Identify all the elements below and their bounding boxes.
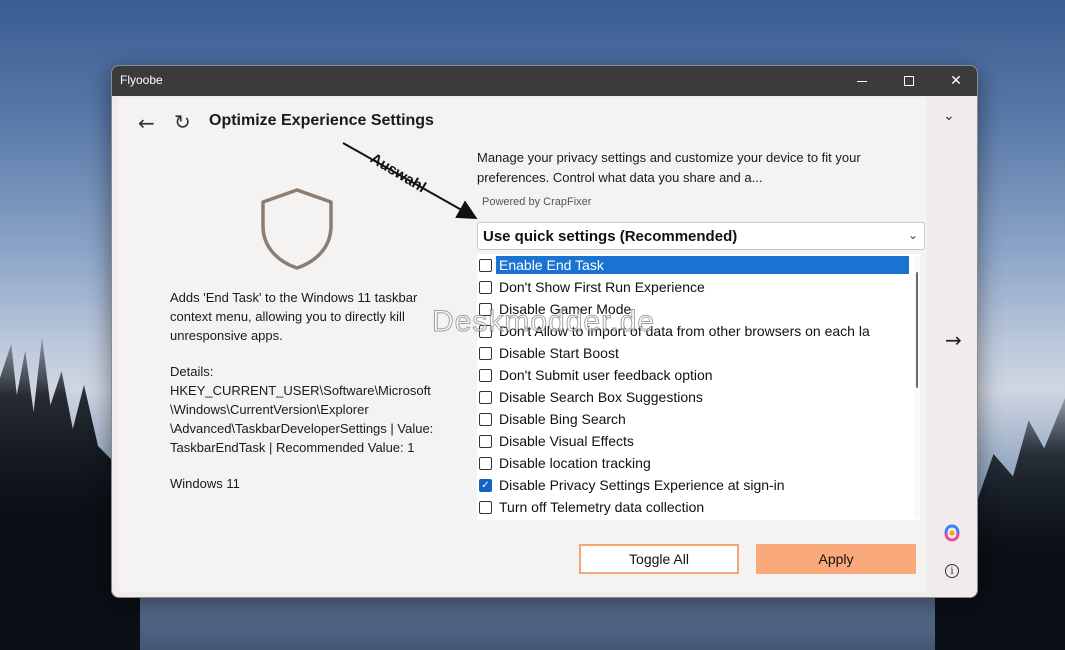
option-item[interactable]: Disable location tracking [477, 452, 920, 474]
options-list[interactable]: Enable End Task Don't Show First Run Expe… [477, 254, 920, 520]
minimize-button[interactable] [839, 66, 885, 96]
refresh-icon[interactable]: ↻ [174, 110, 191, 134]
option-checkbox[interactable] [479, 258, 492, 272]
close-button[interactable]: ✕ [933, 66, 977, 96]
option-description: Adds 'End Task' to the Windows 11 taskba… [170, 290, 418, 343]
option-item[interactable]: Disable Search Box Suggestions [477, 386, 920, 408]
title-bar[interactable]: Flyoobe ✕ [112, 66, 977, 96]
app-title: Flyoobe [120, 73, 163, 87]
option-item[interactable]: Disable Bing Search [477, 408, 920, 430]
option-label: Disable Bing Search [499, 411, 626, 427]
option-label: Disable location tracking [499, 455, 651, 471]
close-icon: ✕ [950, 73, 962, 89]
option-checkbox[interactable] [479, 412, 492, 426]
intro-text: Manage your privacy settings and customi… [477, 150, 861, 185]
quick-settings-dropdown[interactable]: Use quick settings (Recommended) ⌄ [477, 222, 925, 250]
copilot-icon[interactable] [943, 524, 961, 542]
os-label: Windows 11 [170, 476, 240, 491]
maximize-button[interactable] [886, 66, 932, 96]
shield-icon [261, 188, 333, 270]
dropdown-value: Use quick settings (Recommended) [483, 228, 738, 245]
option-label: Turn off Telemetry data collection [499, 499, 705, 515]
toggle-all-button[interactable]: Toggle All [579, 544, 739, 574]
option-label: Don't Show First Run Experience [499, 279, 705, 295]
option-checkbox[interactable] [479, 280, 492, 294]
option-checkbox[interactable] [479, 456, 492, 470]
option-item[interactable]: Enable End Task [477, 254, 920, 276]
option-label: Disable Search Box Suggestions [499, 389, 703, 405]
option-checkbox[interactable] [479, 368, 492, 382]
option-item[interactable]: Turn off Telemetry data collection [477, 496, 920, 518]
apply-button[interactable]: Apply [756, 544, 916, 574]
option-checkbox[interactable] [479, 346, 492, 360]
maximize-icon [904, 76, 914, 86]
option-checkbox[interactable] [479, 434, 492, 448]
minimize-icon [857, 80, 867, 82]
option-item[interactable]: ✓ Disable Privacy Settings Experience at … [477, 474, 920, 496]
option-label: Disable Start Boost [499, 345, 619, 361]
scrollbar-thumb[interactable] [916, 272, 918, 388]
option-checkbox[interactable] [479, 500, 492, 514]
option-item[interactable]: Don't Submit user feedback option [477, 364, 920, 386]
main-panel: ← ↻ Optimize Experience Settings Adds 'E… [118, 98, 927, 592]
option-label: Enable End Task [496, 256, 909, 274]
option-checkbox[interactable] [479, 390, 492, 404]
next-arrow-icon[interactable]: → [945, 328, 962, 352]
option-label: Don't Submit user feedback option [499, 367, 713, 383]
option-item[interactable]: Disable Visual Effects [477, 430, 920, 452]
chevron-down-icon: ⌄ [907, 228, 918, 242]
page-title: Optimize Experience Settings [209, 112, 434, 129]
chevron-down-icon[interactable]: ⌄ [943, 108, 955, 124]
option-item[interactable]: Disable Start Boost [477, 342, 920, 364]
registry-details: Details: HKEY_CURRENT_USER\Software\Micr… [170, 364, 434, 455]
powered-by-label: Powered by CrapFixer [482, 196, 592, 208]
option-checkbox[interactable]: ✓ [479, 478, 492, 492]
option-label: Disable Visual Effects [499, 433, 634, 449]
watermark: Deskmodder.de [431, 305, 656, 339]
info-icon[interactable]: i [945, 564, 959, 578]
back-arrow-icon[interactable]: ← [138, 111, 155, 135]
option-label: Disable Privacy Settings Experience at s… [499, 477, 785, 493]
option-item[interactable]: Don't Show First Run Experience [477, 276, 920, 298]
